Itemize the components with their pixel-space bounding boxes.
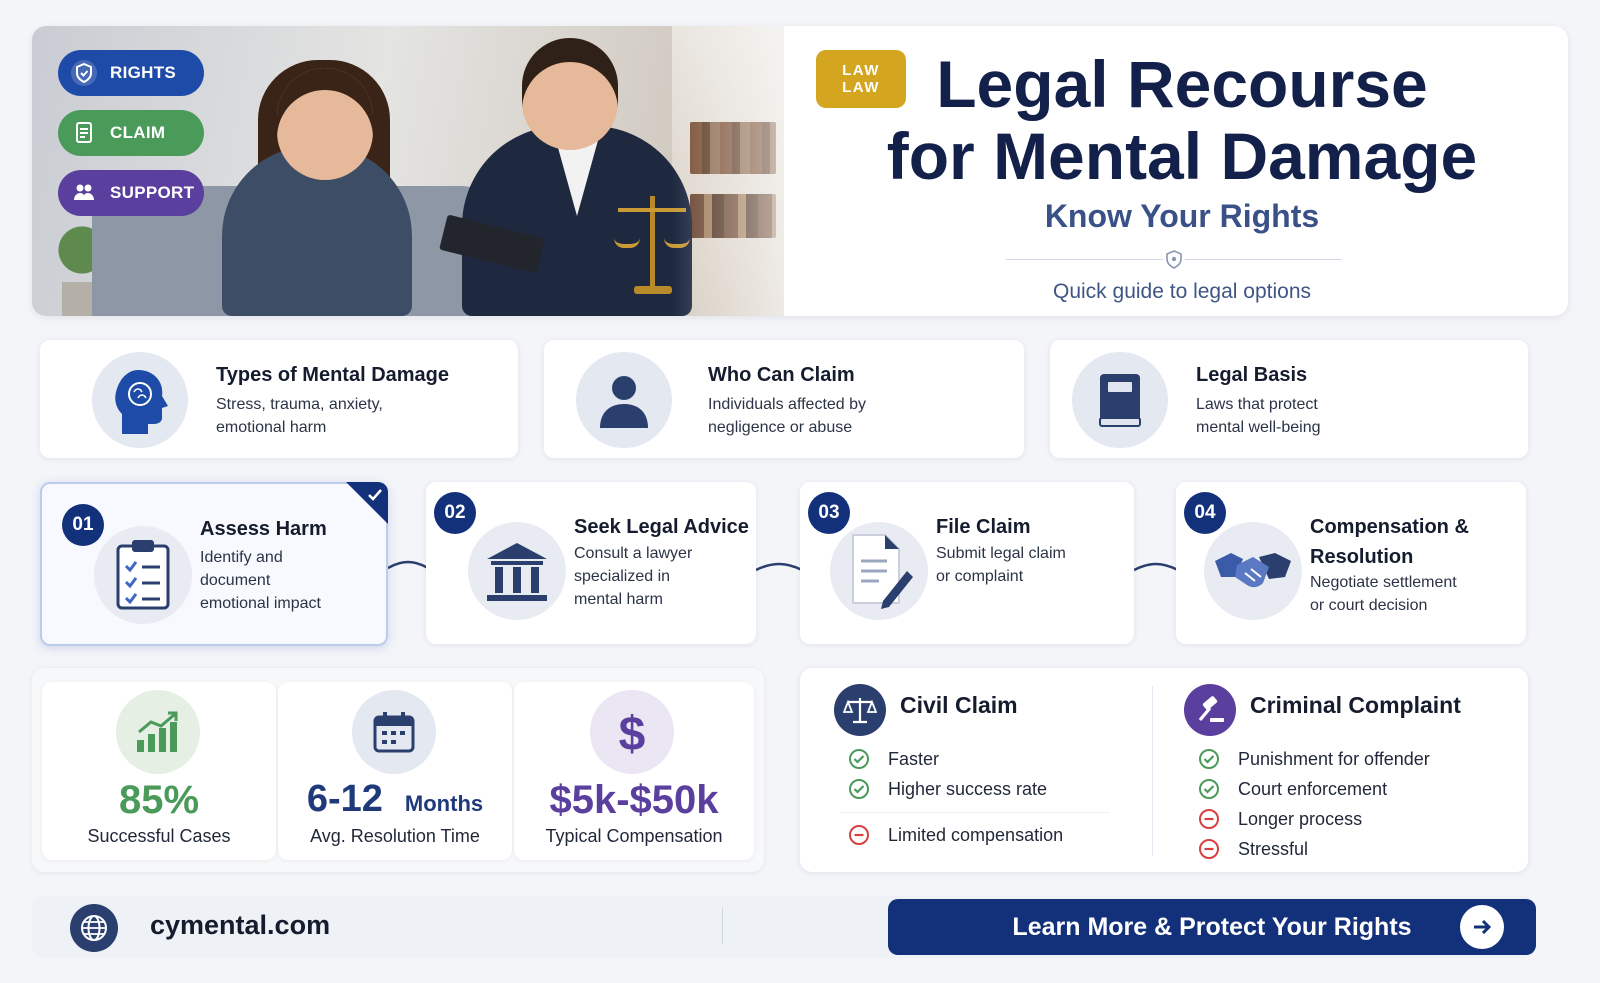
criminal-pro-item: Court enforcement	[1198, 778, 1387, 800]
tagline: Quick guide to legal options	[1053, 280, 1311, 303]
page-subtitle: Know Your Rights	[1044, 198, 1320, 234]
step-card-assess-harm[interactable]: 01 Assess Harm Identify and document emo…	[40, 482, 388, 646]
hero-photo: RIGHTS CLAIM SUPPORT	[32, 26, 872, 316]
law-book-icon	[1099, 374, 1141, 427]
step-connector	[388, 560, 428, 570]
stat-label: Avg. Resolution Time	[310, 826, 480, 846]
stat-label: Typical Compensation	[545, 826, 723, 846]
people-support-icon	[74, 184, 94, 200]
minus-circle-icon	[1199, 809, 1219, 829]
svg-text:$: $	[619, 708, 646, 758]
criminal-pro-item: Punishment for offender	[1198, 748, 1430, 770]
globe-icon	[70, 904, 118, 952]
stat-success-rate: 85% Successful Cases	[42, 682, 276, 860]
civil-claim-title: Civil Claim	[900, 692, 1018, 718]
head-brain-icon	[115, 370, 168, 434]
check-circle-icon	[1199, 749, 1219, 769]
footer-bar: cymental.com Learn More & Protect Your R…	[32, 896, 1536, 958]
minus-circle-icon	[849, 825, 869, 845]
step-number: 03	[808, 492, 850, 534]
document-pen-icon	[852, 534, 913, 609]
stat-value: $5k-$50k	[549, 778, 719, 822]
handshake-icon	[1215, 553, 1291, 588]
step-number: 02	[434, 492, 476, 534]
stat-value: 6-12 Months	[306, 778, 484, 820]
selected-check-icon	[346, 482, 388, 524]
learn-more-button[interactable]: Learn More & Protect Your Rights	[888, 899, 1536, 955]
criminal-con-item: Longer process	[1198, 808, 1362, 830]
rights-badge: RIGHTS	[58, 50, 204, 96]
clipboard-checklist-icon	[116, 540, 170, 610]
criminal-con-item: Stressful	[1198, 838, 1308, 860]
courthouse-icon	[487, 543, 547, 601]
website-link[interactable]: cymental.com	[150, 910, 330, 941]
stat-value: 85%	[118, 778, 200, 822]
document-icon	[76, 122, 92, 143]
criminal-complaint-title: Criminal Complaint	[1250, 692, 1461, 718]
step-connector	[1134, 562, 1178, 572]
civil-pro-item: Higher success rate	[848, 778, 1047, 800]
scales-icon	[843, 698, 877, 724]
claim-badge: CLAIM	[58, 110, 204, 156]
step-number: 01	[62, 504, 104, 546]
comparison-panel: Civil Claim Faster Higher success rate L…	[800, 668, 1528, 872]
shield-icon	[71, 60, 97, 86]
info-card-types: Types of Mental Damage Stress, trauma, a…	[40, 340, 518, 458]
support-label: SUPPORT	[110, 183, 195, 202]
calendar-icon	[373, 712, 415, 753]
arrow-right-icon	[1460, 905, 1504, 949]
step-card-file-claim[interactable]: 03 File Claim Submit legal claim or comp…	[800, 482, 1134, 644]
minus-circle-icon	[1199, 839, 1219, 859]
person-icon	[600, 376, 648, 428]
info-card-legal-basis: Legal Basis Laws that protect mental wel…	[1050, 340, 1528, 458]
check-circle-icon	[849, 749, 869, 769]
support-badge: SUPPORT	[58, 170, 204, 216]
civil-pro-item: Faster	[848, 748, 939, 770]
stat-resolution-time: 6-12 Months Avg. Resolution Time	[278, 682, 512, 860]
check-circle-icon	[849, 779, 869, 799]
dollar-icon: $	[619, 708, 646, 758]
step-card-seek-advice[interactable]: 02 Seek Legal Advice Consult a lawyer sp…	[426, 482, 756, 644]
check-circle-icon	[1199, 779, 1219, 799]
hero-banner: RIGHTS CLAIM SUPPORT LAW LAW Legal Recou…	[32, 26, 1568, 316]
stats-panel: 85% Successful Cases 6-12 Months Avg. Res…	[32, 668, 764, 872]
stat-compensation: $ $5k-$50k Typical Compensation	[514, 682, 754, 860]
stat-label: Successful Cases	[87, 826, 231, 846]
rights-label: RIGHTS	[110, 63, 177, 82]
gavel-icon	[1198, 696, 1224, 722]
growth-chart-icon	[137, 711, 178, 752]
step-connector	[756, 562, 802, 572]
civil-con-item: Limited compensation	[848, 824, 1063, 846]
step-card-compensation[interactable]: 04 Compensation & Resolution Negotiate s…	[1176, 482, 1526, 644]
claim-label: CLAIM	[110, 123, 166, 142]
step-number: 04	[1184, 492, 1226, 534]
shield-icon	[1163, 248, 1185, 272]
page-title: Legal Recourse for Mental Damage	[886, 47, 1478, 193]
info-card-who: Who Can Claim Individuals affected by ne…	[544, 340, 1024, 458]
